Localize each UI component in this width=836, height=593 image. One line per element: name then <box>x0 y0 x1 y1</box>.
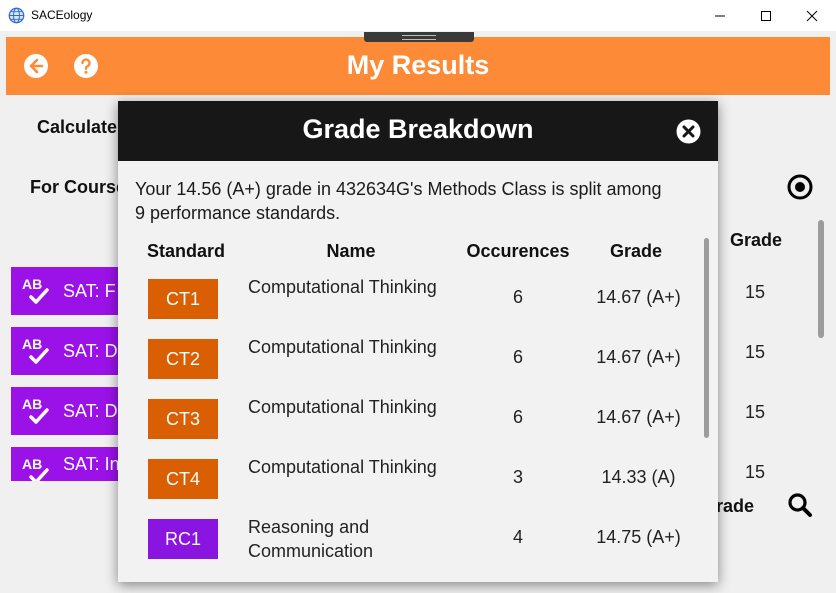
target-icon[interactable] <box>786 173 814 201</box>
drag-handle[interactable] <box>364 32 474 42</box>
standard-badge[interactable]: RC1 <box>148 519 218 559</box>
dialog-description: Your 14.56 (A+) grade in 432634G's Metho… <box>135 179 662 223</box>
svg-text:AB: AB <box>22 396 42 412</box>
standard-badge[interactable]: CT1 <box>148 279 218 319</box>
sat-item-label: SAT: D <box>63 340 118 361</box>
standard-badge[interactable]: CT4 <box>148 459 218 499</box>
sat-item-grade: 15 <box>745 462 766 482</box>
close-window-button[interactable] <box>789 0 835 31</box>
window-titlebar: SACEology <box>0 0 836 31</box>
sat-item[interactable]: AB SAT: D <box>11 327 122 375</box>
grade-breakdown-dialog: Grade Breakdown Your 14.56 (A+) grade in… <box>118 101 718 582</box>
maximize-icon <box>761 10 771 21</box>
sat-item[interactable]: AB SAT: F <box>11 267 122 315</box>
standard-grade: 14.33 (A) <box>601 467 676 487</box>
grade-column-header: Grade <box>730 230 783 250</box>
table-row: CT3 Computational Thinking 6 14.67 (A+) <box>118 389 718 449</box>
page-scrollbar[interactable] <box>818 220 824 338</box>
standard-name: Computational Thinking <box>248 277 437 297</box>
table-row: CT4 Computational Thinking 3 14.33 (A) <box>118 449 718 509</box>
sat-item-label: SAT: F <box>63 280 116 301</box>
standard-grade: 14.75 (A+) <box>596 527 681 547</box>
minimize-icon <box>715 15 725 16</box>
window-title: SACEology <box>31 8 93 22</box>
svg-text:AB: AB <box>22 276 42 292</box>
ab-check-icon: AB <box>11 327 63 375</box>
standard-occurences: 6 <box>512 407 523 427</box>
close-window-icon <box>806 10 818 21</box>
standard-occurences: 6 <box>512 347 523 367</box>
standard-badge[interactable]: CT3 <box>148 399 218 439</box>
page-title: My Results <box>346 50 490 80</box>
table-row: CT1 Computational Thinking 6 14.67 (A+) <box>118 269 718 329</box>
ab-check-icon: AB <box>11 387 63 435</box>
standard-name: Computational Thinking <box>248 457 437 477</box>
sat-item-grade: 15 <box>745 342 766 362</box>
column-header-standard: Standard <box>146 241 225 261</box>
column-header-occurences: Occurences <box>466 241 570 261</box>
dialog-scrollbar[interactable] <box>704 238 709 438</box>
app-header: My Results <box>6 32 830 95</box>
svg-text:AB: AB <box>22 336 42 352</box>
column-header-grade: Grade <box>609 241 663 261</box>
sat-item-grade: 15 <box>745 282 766 302</box>
app-globe-icon <box>8 7 25 24</box>
for-course-label: For Course <box>30 177 127 197</box>
standard-grade: 14.67 (A+) <box>596 347 681 367</box>
table-row: RC1 Reasoning and Communication 4 14.75 … <box>118 509 718 569</box>
standard-grade: 14.67 (A+) <box>596 287 681 307</box>
standard-name: Reasoning and Communication <box>248 517 374 561</box>
dialog-title: Grade Breakdown <box>302 114 534 144</box>
table-row: CT2 Computational Thinking 6 14.67 (A+) <box>118 329 718 389</box>
ab-check-icon: AB <box>11 267 63 315</box>
standard-occurences: 4 <box>512 527 523 547</box>
standard-grade: 14.67 (A+) <box>596 407 681 427</box>
minimize-button[interactable] <box>697 0 743 31</box>
svg-text:AB: AB <box>22 456 42 472</box>
standard-name: Computational Thinking <box>248 337 437 357</box>
ab-check-icon: AB <box>11 447 63 481</box>
calculate-label: Calculate <box>37 117 118 137</box>
column-header-name: Name <box>326 241 376 261</box>
grade-sort-label: rade <box>716 496 755 516</box>
standard-occurences: 3 <box>512 467 523 487</box>
standard-badge[interactable]: CT2 <box>148 339 218 379</box>
close-icon[interactable] <box>676 119 701 144</box>
sat-item-label: SAT: D <box>63 400 118 421</box>
standard-name: Computational Thinking <box>248 397 437 417</box>
dialog-header: Grade Breakdown <box>118 101 718 161</box>
sat-item-label: SAT: In <box>63 453 120 474</box>
sat-item[interactable]: AB SAT: D <box>11 387 122 435</box>
standard-occurences: 6 <box>512 287 523 307</box>
sat-item[interactable]: AB SAT: In <box>11 447 122 481</box>
maximize-button[interactable] <box>743 0 789 31</box>
sat-item-grade: 15 <box>745 402 766 422</box>
search-icon[interactable] <box>786 491 814 519</box>
